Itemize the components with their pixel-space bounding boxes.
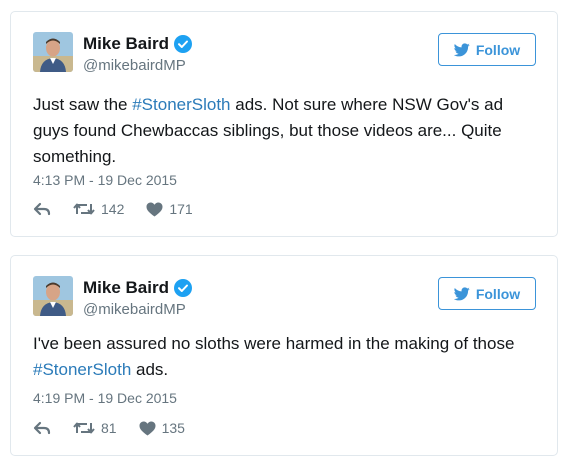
tweet-card: Mike Baird @mikebairdMP Follow I've been… bbox=[10, 255, 558, 456]
avatar[interactable] bbox=[33, 276, 73, 316]
heart-icon bbox=[139, 421, 156, 436]
retweet-count: 81 bbox=[101, 420, 117, 436]
like-count: 171 bbox=[169, 201, 193, 217]
verified-badge-icon bbox=[173, 35, 192, 53]
retweet-count: 142 bbox=[101, 201, 125, 217]
tweet-text-before: I've been assured no sloths were harmed … bbox=[33, 334, 515, 353]
like-button[interactable]: 135 bbox=[139, 420, 185, 436]
twitter-bird-icon bbox=[453, 42, 470, 57]
retweet-icon bbox=[73, 421, 95, 435]
reply-icon bbox=[33, 421, 51, 435]
follow-label: Follow bbox=[475, 285, 521, 302]
display-name-text: Mike Baird bbox=[83, 278, 169, 297]
user-handle[interactable]: @mikebairdMP bbox=[83, 301, 186, 319]
heart-icon bbox=[146, 202, 163, 217]
twitter-bird-icon bbox=[453, 286, 470, 301]
reply-button[interactable] bbox=[33, 421, 51, 435]
retweet-button[interactable]: 81 bbox=[73, 420, 117, 436]
display-name[interactable]: Mike Baird bbox=[83, 278, 192, 298]
like-button[interactable]: 171 bbox=[146, 201, 193, 217]
tweet-text-before: Just saw the bbox=[33, 95, 133, 114]
tweet-text: I've been assured no sloths were harmed … bbox=[33, 331, 539, 383]
tweet-actions: 142 171 bbox=[33, 201, 215, 217]
follow-label: Follow bbox=[475, 41, 521, 58]
user-handle[interactable]: @mikebairdMP bbox=[83, 57, 186, 75]
display-name[interactable]: Mike Baird bbox=[83, 34, 192, 54]
like-count: 135 bbox=[161, 420, 185, 436]
timestamp[interactable]: 4:19 PM - 19 Dec 2015 bbox=[33, 390, 177, 406]
retweet-button[interactable]: 142 bbox=[73, 201, 124, 217]
reply-button[interactable] bbox=[33, 202, 51, 216]
avatar[interactable] bbox=[33, 32, 73, 72]
reply-icon bbox=[33, 202, 51, 216]
follow-button[interactable]: Follow bbox=[438, 277, 536, 310]
display-name-text: Mike Baird bbox=[83, 34, 169, 53]
follow-button[interactable]: Follow bbox=[438, 33, 536, 66]
tweet-text-after: ads. bbox=[131, 360, 169, 379]
timestamp[interactable]: 4:13 PM - 19 Dec 2015 bbox=[33, 172, 177, 188]
retweet-icon bbox=[73, 202, 95, 216]
tweet-actions: 81 135 bbox=[33, 420, 207, 436]
verified-badge-icon bbox=[173, 279, 192, 297]
hashtag-link[interactable]: #StonerSloth bbox=[132, 95, 230, 114]
hashtag-link[interactable]: #StonerSloth bbox=[33, 360, 131, 379]
tweet-text: Just saw the #StonerSloth ads. Not sure … bbox=[33, 92, 539, 170]
tweet-card: Mike Baird @mikebairdMP Follow Just saw … bbox=[10, 11, 558, 237]
